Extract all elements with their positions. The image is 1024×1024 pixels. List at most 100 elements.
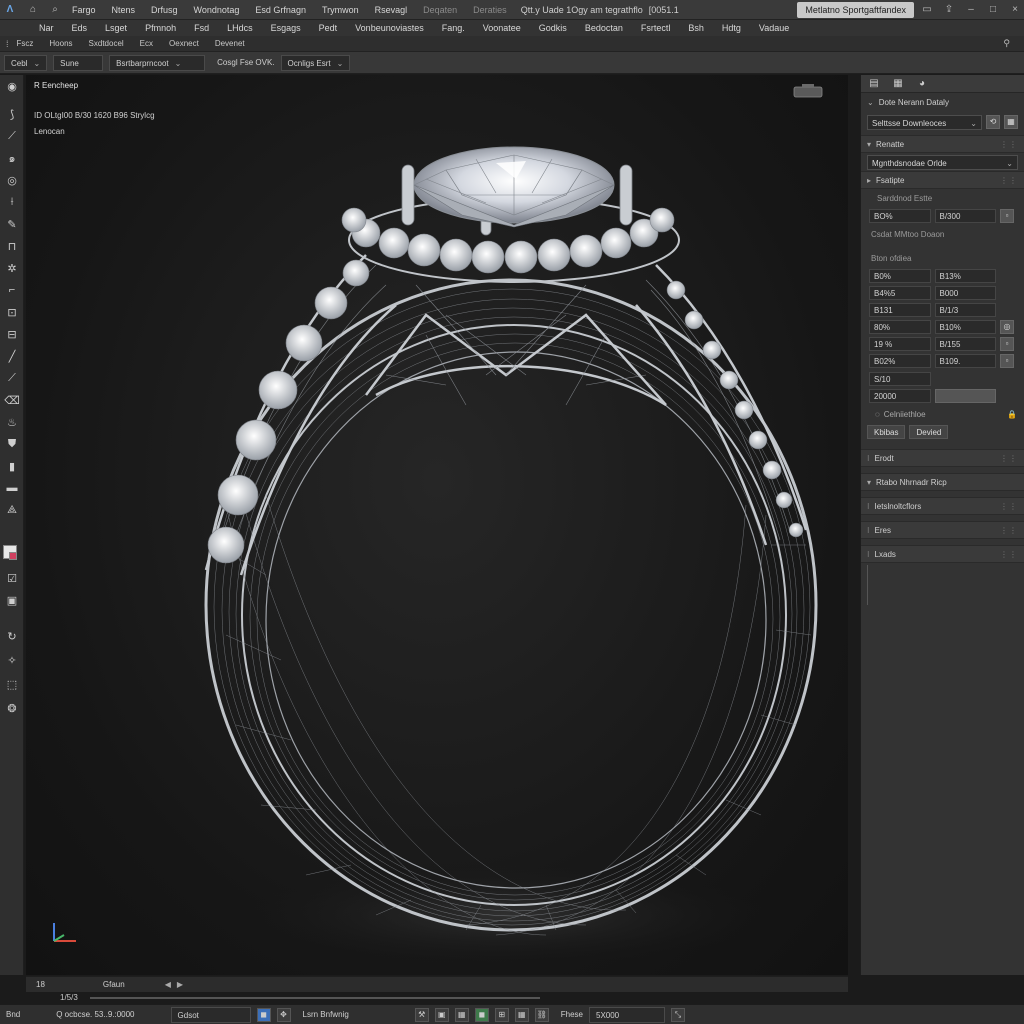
field-menu-icon[interactable]: ▫ xyxy=(1000,354,1014,368)
lasso-tool-icon[interactable]: ⟆ xyxy=(0,103,24,125)
resize-icon[interactable]: ⤡ xyxy=(671,1007,685,1022)
target-small-icon[interactable]: ◎ xyxy=(1000,320,1014,334)
value-field-a[interactable]: BO% xyxy=(869,209,931,223)
blur-tool-icon[interactable]: ▬ xyxy=(0,477,24,499)
devied-button[interactable]: Devied xyxy=(909,425,949,439)
cube-icon[interactable]: ▣ xyxy=(434,1007,449,1022)
layers-icon[interactable]: ▤ xyxy=(865,77,883,91)
grid-cell[interactable]: B131 xyxy=(869,303,931,317)
mask-tool-icon[interactable]: ▣ xyxy=(0,589,24,611)
wrench-icon[interactable]: ⚒ xyxy=(414,1007,429,1022)
stamp-tool-icon[interactable]: ⊓ xyxy=(0,235,24,257)
menu-item-12[interactable]: Bedoctan xyxy=(576,23,632,33)
slice-tool-icon[interactable]: ⊟ xyxy=(0,323,24,345)
background-color-swatch[interactable] xyxy=(9,552,17,560)
rotate-tool-icon[interactable]: ↻ xyxy=(0,625,24,647)
gradient-tool-icon[interactable]: ▮ xyxy=(0,455,24,477)
spiral-tool-icon[interactable]: ๑ xyxy=(0,147,24,169)
workspace-switcher[interactable]: Metlatno Sportgaftfandex xyxy=(797,1,914,18)
share-icon[interactable]: ⇪ xyxy=(940,2,958,18)
menu-item-9[interactable]: Fang. xyxy=(433,23,474,33)
grid-cell[interactable]: 19 % xyxy=(869,337,931,351)
radio-icon[interactable]: ◌ xyxy=(875,410,880,419)
crumb-1[interactable]: Hoons xyxy=(41,39,80,48)
status-search-field[interactable]: Gdsot xyxy=(170,1006,251,1023)
location-pin-icon[interactable]: ⚲ xyxy=(1003,38,1010,49)
smudge-tool-icon[interactable]: ♨ xyxy=(0,411,24,433)
viewport-canvas[interactable]: R Eencheep ID OLtgI00 B/30 1620 B96 Stry… xyxy=(26,75,848,975)
tab-1[interactable]: Ntens xyxy=(104,0,144,20)
snap-icon[interactable]: ⊞ xyxy=(494,1007,509,1022)
tab-8[interactable]: Deraties xyxy=(465,0,515,20)
tab-6[interactable]: Rsevagl xyxy=(367,0,416,20)
crumb-0[interactable]: Fscz xyxy=(9,39,42,48)
name-field[interactable]: Sune xyxy=(53,54,104,71)
wand-tool-icon[interactable]: ✧ xyxy=(0,649,24,671)
file-icon[interactable]: ▭ xyxy=(918,2,936,18)
menu-item-13[interactable]: Fsrtectl xyxy=(632,23,680,33)
checkbox-row[interactable]: ◌ Celniiethloe 🔒 xyxy=(861,405,1024,423)
tab-4[interactable]: Esd Grfnagn xyxy=(247,0,314,20)
frame-tool-icon[interactable]: ⊡ xyxy=(0,301,24,323)
lock-icon[interactable]: 🔒 xyxy=(1007,410,1018,419)
knife-tool-icon[interactable]: ⟋ xyxy=(0,367,24,389)
pen-tool-icon[interactable]: ✎ xyxy=(0,213,24,235)
menu-item-3[interactable]: Pfmnoh xyxy=(136,23,185,33)
grid-cell[interactable]: B109. xyxy=(934,354,996,368)
refresh-icon[interactable]: ⟲ xyxy=(986,115,1000,129)
value-field-b[interactable]: B/300 xyxy=(934,209,996,223)
target-tool-icon[interactable]: ◉ xyxy=(0,75,24,97)
bucket-tool-icon[interactable]: ⛊ xyxy=(0,433,24,455)
tab-5[interactable]: Trymwon xyxy=(314,0,367,20)
mode-dropdown[interactable]: Cebl xyxy=(4,54,48,71)
color-toggle[interactable] xyxy=(934,389,996,403)
dropper-tool-icon[interactable]: ⟊ xyxy=(0,191,24,213)
eraser-tool-icon[interactable]: ⌫ xyxy=(0,389,24,411)
tab-7[interactable]: Deqaten xyxy=(415,0,465,20)
home-icon[interactable]: ⌂ xyxy=(24,2,42,18)
circle-tool-icon[interactable]: ◎ xyxy=(0,169,24,191)
grid-cell[interactable]: B0% xyxy=(869,269,931,283)
green-status-icon[interactable]: ◼ xyxy=(474,1007,489,1022)
section-lxads[interactable]: ⁝ Lxads ⋮⋮ xyxy=(861,545,1024,563)
tab-0[interactable]: Fargo xyxy=(64,0,104,20)
status-value-field[interactable]: 5X000 xyxy=(589,1006,665,1023)
menu-item-11[interactable]: Godkis xyxy=(530,23,576,33)
crop-tool-icon[interactable]: ⌐ xyxy=(0,279,24,301)
menu-item-14[interactable]: Bsh xyxy=(679,23,713,33)
menu-item-7[interactable]: Pedt xyxy=(310,23,347,33)
menu-item-4[interactable]: Fsd xyxy=(185,23,218,33)
panel-grid-icon[interactable]: ▦ xyxy=(1004,115,1018,129)
crumb-3[interactable]: Ecx xyxy=(132,39,161,48)
select-tool-icon[interactable]: ⬚ xyxy=(0,673,24,695)
brush-tool-icon[interactable]: ⟋ xyxy=(0,125,24,147)
path-tool-icon[interactable]: ⟁ xyxy=(0,499,24,521)
grid-cell[interactable]: B4%5 xyxy=(869,286,931,300)
check-tool-icon[interactable]: ☑ xyxy=(0,567,24,589)
preset-dropdown[interactable]: Selttsse Downleoces xyxy=(867,114,982,130)
section-erodt[interactable]: ⁝ Erodt ⋮⋮ xyxy=(861,449,1024,467)
field-menu-icon[interactable]: ▫ xyxy=(1000,209,1014,223)
section-eres[interactable]: ⁝ Eres ⋮⋮ xyxy=(861,521,1024,539)
grid-snap-icon[interactable]: ▦ xyxy=(514,1007,529,1022)
menu-item-15[interactable]: Hdtg xyxy=(713,23,750,33)
menu-item-2[interactable]: Lsget xyxy=(96,23,136,33)
menu-item-0[interactable]: Nar xyxy=(30,23,63,33)
crumb-2[interactable]: Sxdtdocel xyxy=(81,39,132,48)
section-ietsln[interactable]: ⁝ Ietslnoltcflors ⋮⋮ xyxy=(861,497,1024,515)
grid-cell[interactable]: B10% xyxy=(934,320,996,334)
timeline-scrubber[interactable]: 1/5/3 xyxy=(60,993,540,1002)
single-field[interactable]: 20000 xyxy=(869,389,931,403)
crumb-4[interactable]: Oexnect xyxy=(161,39,207,48)
grid-cell[interactable]: B000 xyxy=(934,286,996,300)
grid-panel-icon[interactable]: ▦ xyxy=(889,77,907,91)
menu-item-16[interactable]: Vadaue xyxy=(750,23,798,33)
section-feature[interactable]: ▸ Fsatipte ⋮⋮ xyxy=(861,171,1024,189)
tab-2[interactable]: Drfusg xyxy=(143,0,186,20)
alignment-dropdown[interactable]: Ocnligs Esrt xyxy=(280,54,351,71)
menu-item-5[interactable]: LHdcs xyxy=(218,23,262,33)
kbibas-button[interactable]: Kbibas xyxy=(867,425,906,439)
single-cell[interactable]: S/10 xyxy=(869,372,931,386)
preset-dropdown[interactable]: Bsrtbarprncoot xyxy=(109,54,206,71)
mode-icon[interactable]: ✥ xyxy=(276,1007,291,1022)
